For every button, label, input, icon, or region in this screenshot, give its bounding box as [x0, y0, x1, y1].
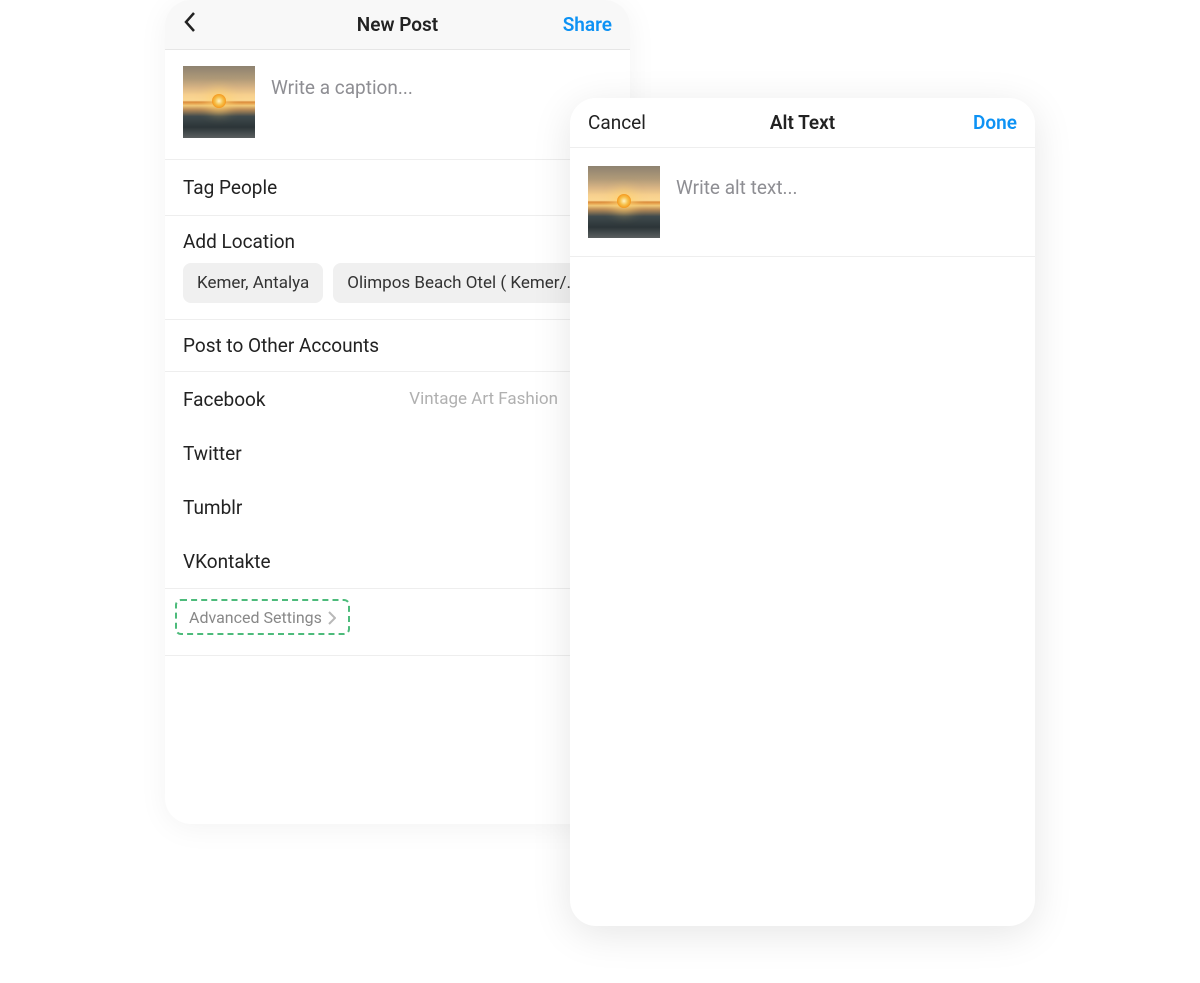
social-share-block: Facebook Vintage Art Fashion Twitter Tum…: [165, 372, 630, 589]
page-title: Alt Text: [770, 111, 835, 134]
add-location-row[interactable]: Add Location: [165, 216, 630, 263]
chevron-right-icon: [328, 610, 336, 624]
share-tumblr-row: Tumblr: [165, 480, 630, 534]
tag-people-row[interactable]: Tag People: [165, 160, 630, 216]
page-title: New Post: [357, 13, 438, 36]
share-vkontakte-row: VKontakte: [165, 534, 630, 588]
location-suggestions: Kemer, Antalya Olimpos Beach Otel ( Keme…: [165, 263, 630, 319]
alt-text-body: Write alt text...: [570, 148, 1035, 257]
post-to-other-row[interactable]: Post to Other Accounts: [165, 320, 630, 372]
tag-people-label: Tag People: [183, 176, 277, 199]
location-chip[interactable]: Olimpos Beach Otel ( Kemer/Ant...: [333, 263, 593, 303]
new-post-screen: New Post Share Write a caption... Tag Pe…: [165, 0, 630, 824]
alt-text-input[interactable]: Write alt text...: [676, 166, 1017, 199]
new-post-header: New Post Share: [165, 0, 630, 50]
share-facebook-row: Facebook Vintage Art Fashion: [165, 372, 630, 426]
share-facebook-label: Facebook: [183, 388, 266, 411]
post-thumbnail[interactable]: [588, 166, 660, 238]
cancel-button[interactable]: Cancel: [588, 111, 658, 134]
share-vkontakte-label: VKontakte: [183, 550, 271, 573]
share-button[interactable]: Share: [552, 13, 612, 36]
share-twitter-row: Twitter: [165, 426, 630, 480]
done-button[interactable]: Done: [947, 111, 1017, 134]
caption-row: Write a caption...: [165, 50, 630, 160]
share-facebook-sublabel: Vintage Art Fashion: [409, 389, 558, 409]
chevron-left-icon: [183, 11, 197, 38]
advanced-settings-button[interactable]: Advanced Settings: [175, 599, 350, 635]
back-button[interactable]: [183, 11, 243, 38]
advanced-settings-wrap: Advanced Settings: [165, 589, 630, 656]
caption-input[interactable]: Write a caption...: [271, 66, 612, 99]
share-tumblr-label: Tumblr: [183, 496, 242, 519]
alt-text-header: Cancel Alt Text Done: [570, 98, 1035, 148]
add-location-section: Add Location Kemer, Antalya Olimpos Beac…: [165, 216, 630, 320]
location-chip[interactable]: Kemer, Antalya: [183, 263, 323, 303]
alt-text-screen: Cancel Alt Text Done Write alt text...: [570, 98, 1035, 926]
advanced-settings-label: Advanced Settings: [189, 608, 322, 627]
post-thumbnail[interactable]: [183, 66, 255, 138]
share-twitter-label: Twitter: [183, 442, 242, 465]
